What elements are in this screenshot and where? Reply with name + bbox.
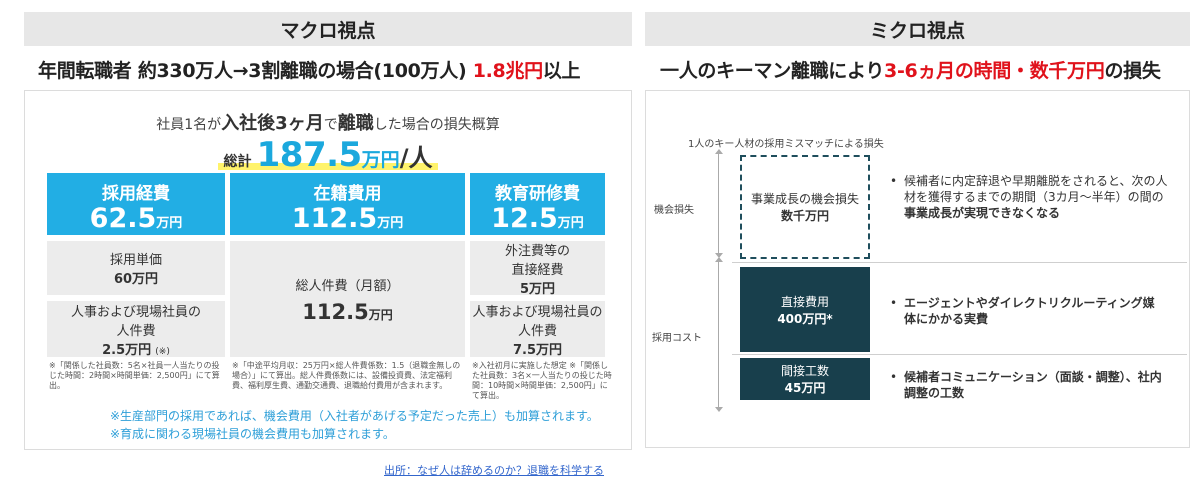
hiring-unit-price: 採用単価 60万円 xyxy=(47,241,225,295)
bullet-direct: • エージェントやダイレクトリクルーティング媒体にかかる実費 xyxy=(890,295,1166,327)
bullet-dot-icon: • xyxy=(890,370,898,384)
macro-header: マクロ視点 xyxy=(24,12,632,46)
macro-header-label: マクロ視点 xyxy=(280,19,376,42)
hiring-axis-line xyxy=(718,261,719,409)
training-cost-value: 12.5 xyxy=(491,203,558,234)
bullet-opportunity: • 候補者に内定辞退や早期離脱をされると、次の人材を獲得するまでの期間（3カ月〜… xyxy=(890,173,1174,221)
separator-line xyxy=(732,262,1187,263)
note-tenure: ※「中途平均月収：25万円×総人件費係数：1.5（退職金無しの場合）」にて算出。… xyxy=(232,361,461,390)
hiring-labor-mark: (※) xyxy=(155,346,170,357)
training-cost-label: 教育研修費 xyxy=(495,184,580,204)
hiring-unit-value: 60万円 xyxy=(113,272,159,287)
macro-headline-tail: 以上 xyxy=(542,60,581,82)
indirect-cost-value: 45万円 xyxy=(784,381,826,395)
training-labor-label-2: 人件費 xyxy=(517,323,557,339)
macro-panel: 社員1名が入社後3ヶ月で離職した場合の損失概算 総計 187.5万円/人 採用経… xyxy=(24,90,632,450)
hiring-cost-value: 62.5 xyxy=(89,203,157,234)
hiring-cost-unit: 万円 xyxy=(156,216,183,231)
total-suffix: /人 xyxy=(399,144,433,172)
training-cost-unit: 万円 xyxy=(557,216,584,231)
micro-header: ミクロ視点 xyxy=(645,12,1190,46)
tenure-cost-unit: 万円 xyxy=(377,216,404,231)
training-labor-cost: 人事および現場社員の 人件費 7.5万円 xyxy=(470,301,605,358)
tenure-cost-box: 在籍費用 112.5万円 xyxy=(230,173,465,235)
outsourcing-label-2: 直接経費 xyxy=(511,262,564,278)
loss-summary-line: 社員1名が入社後3ヶ月で離職した場合の損失概算 xyxy=(25,109,631,135)
micro-headline: 一人のキーマン離職により3-6ヵ月の時間・数千万円の損失 xyxy=(660,56,1161,83)
macro-headline-main: 年間転職者 約330万人→3割離職の場合(100万人) xyxy=(38,60,467,82)
bullet-dot-icon: • xyxy=(890,296,898,310)
micro-headline-main: 一人のキーマン離職により xyxy=(660,60,885,82)
hiring-cost-box: 採用経費 62.5万円 xyxy=(47,173,225,235)
outsourcing-cost: 外注費等の 直接経費 5万円 xyxy=(470,241,605,297)
indirect-cost-box: 間接工数 45万円 xyxy=(740,358,870,400)
summary-text-1: 社員1名が xyxy=(156,117,222,133)
training-labor-label-1: 人事および現場社員の xyxy=(472,304,603,320)
total-loss: 総計 187.5万円/人 xyxy=(25,135,631,175)
note-hiring: ※「関係した社員数：5名×社員一人当たりの投じた時間：2時間×時間単価：2,50… xyxy=(49,361,220,390)
macro-headline: 年間転職者 約330万人→3割離職の場合(100万人) 1.8兆円以上 xyxy=(38,56,581,83)
note-training: ※入社初月に実施した想定 ※「関係した社員数：3名×一人当たりの投じた時間：10… xyxy=(472,361,612,400)
total-personnel-cost: 総人件費（月額） 112.5万円 xyxy=(230,241,465,357)
bullet-direct-bold: エージェントやダイレクトリクルーティング媒体にかかる実費 xyxy=(904,296,1155,326)
direct-cost-value: 400万円* xyxy=(777,311,833,326)
summary-text-3: した場合の損失概算 xyxy=(373,117,500,133)
opportunity-loss-box-value: 数千万円 xyxy=(780,209,829,223)
summary-text-2: で xyxy=(323,117,338,133)
opportunity-loss-label: 機会損失 xyxy=(654,205,694,216)
total-prefix: 総計 xyxy=(223,154,252,170)
outsourcing-value: 5万円 xyxy=(519,281,556,297)
total-unit: 万円 xyxy=(361,149,400,171)
total-amount: 187.5 xyxy=(256,135,363,175)
summary-bold-2: 離職 xyxy=(337,113,374,134)
hiring-axis-arrow-up xyxy=(715,257,723,262)
diagram-title: 1人のキー人材の採用ミスマッチによる損失 xyxy=(688,139,884,150)
direct-cost-label: 直接費用 xyxy=(780,294,829,309)
training-labor-value: 7.5万円 xyxy=(512,342,563,358)
hiring-labor-value: 2.5万円 xyxy=(102,342,152,358)
footnote-training: ※育成に関わる現場社員の機会費用も加算されます。 xyxy=(110,427,395,441)
footnote-production: ※生産部門の採用であれば、機会費用（入社者があげる予定だった売上）も加算されます… xyxy=(110,409,599,423)
hiring-labor-label-2: 人件費 xyxy=(116,323,156,339)
micro-headline-red: 3-6ヵ月の時間・数千万円 xyxy=(884,60,1105,82)
opportunity-axis-line xyxy=(718,153,719,257)
total-personnel-label: 総人件費（月額） xyxy=(295,278,400,294)
micro-panel: 1人のキー人材の採用ミスマッチによる損失 機会損失 採用コスト 事業成長の機会損… xyxy=(645,90,1190,448)
bullet-opportunity-text: 候補者に内定辞退や早期離脱をされると、次の人材を獲得するまでの期間（3カ月〜半年… xyxy=(904,174,1168,204)
source-link[interactable]: 出所：なぜ人は辞めるのか？退職を科学する xyxy=(384,462,604,478)
summary-bold-1: 入社後3ヶ月 xyxy=(221,113,324,134)
hiring-labor-label-1: 人事および現場社員の xyxy=(70,304,201,320)
bullet-indirect: • 候補者コミュニケーション（面談・調整）、社内調整の工数 xyxy=(890,369,1166,401)
total-personnel-value: 112.5 xyxy=(302,299,369,324)
hiring-unit-label: 採用単価 xyxy=(109,253,162,268)
opportunity-axis-arrow-up xyxy=(715,149,723,154)
outsourcing-label-1: 外注費等の xyxy=(504,243,570,259)
micro-headline-tail: の損失 xyxy=(1104,60,1161,82)
opportunity-loss-box: 事業成長の機会損失 数千万円 xyxy=(740,155,870,259)
bullet-opportunity-bold: 事業成長が実現できなくなる xyxy=(904,206,1061,220)
training-cost-box: 教育研修費 12.5万円 xyxy=(470,173,605,235)
direct-cost-box: 直接費用 400万円* xyxy=(740,267,870,352)
total-personnel-unit: 万円 xyxy=(368,307,393,322)
separator-line xyxy=(732,354,1187,355)
opportunity-loss-box-label: 事業成長の機会損失 xyxy=(750,192,859,206)
indirect-cost-label: 間接工数 xyxy=(780,364,829,378)
macro-headline-amount: 1.8兆円 xyxy=(472,60,543,82)
tenure-cost-value: 112.5 xyxy=(291,203,378,234)
hiring-cost-axis-label: 採用コスト xyxy=(652,333,702,344)
hiring-labor-cost: 人事および現場社員の 人件費 2.5万円 (※) xyxy=(47,301,225,358)
micro-header-label: ミクロ視点 xyxy=(869,19,965,42)
hiring-cost-label: 採用経費 xyxy=(102,184,170,204)
bullet-indirect-bold: 候補者コミュニケーション（面談・調整）、社内調整の工数 xyxy=(904,370,1162,400)
hiring-axis-arrow-down xyxy=(715,407,723,412)
bullet-dot-icon: • xyxy=(890,174,898,188)
tenure-cost-label: 在籍費用 xyxy=(313,184,382,204)
